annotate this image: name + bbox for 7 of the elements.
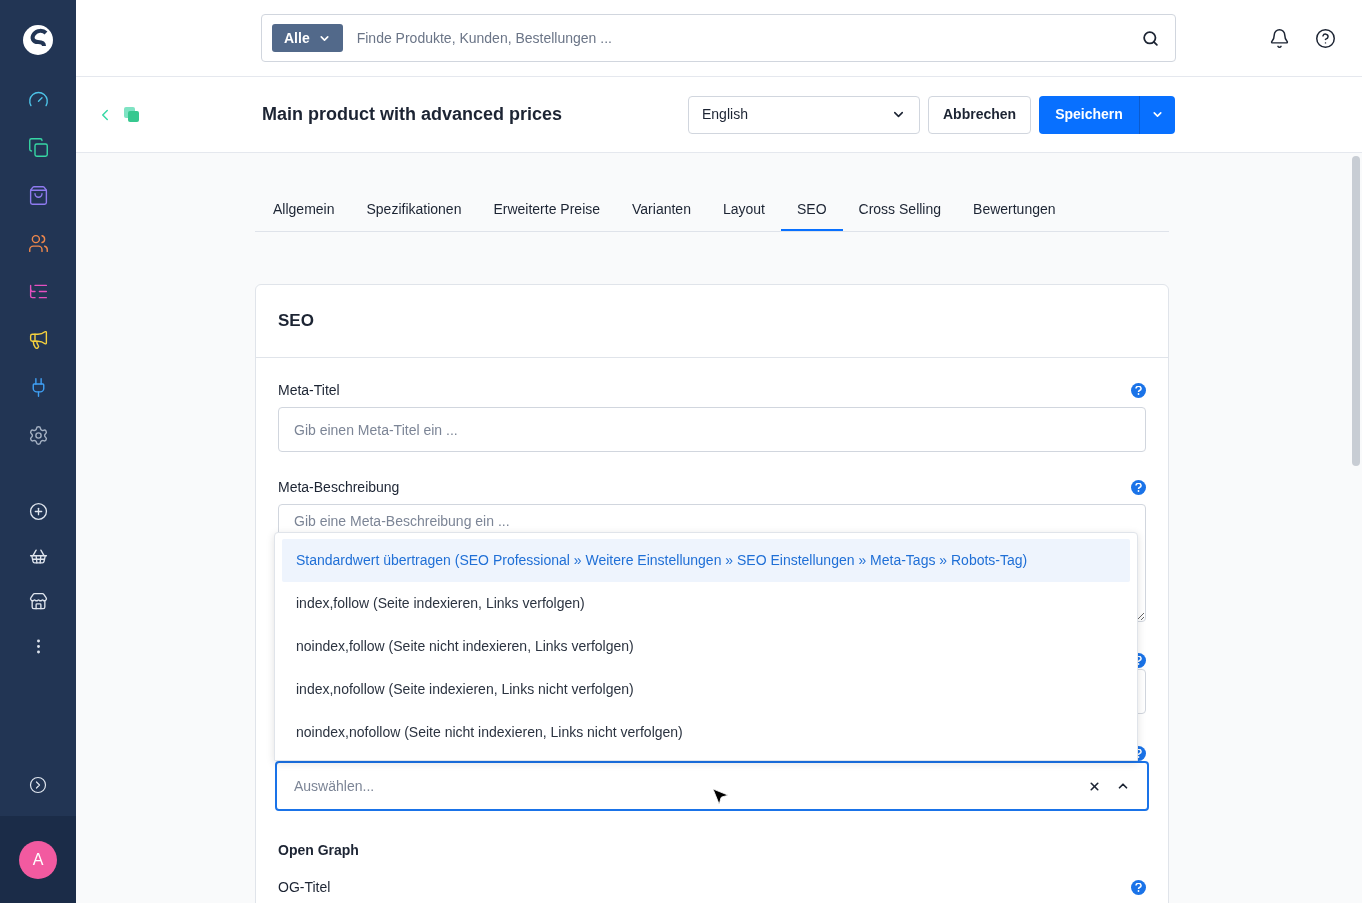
field-label: OG-Titel <box>278 878 331 897</box>
select-placeholder: Auswählen... <box>294 776 375 796</box>
page-title: Main product with advanced prices <box>262 103 564 126</box>
field-label: Meta-Beschreibung <box>278 478 400 497</box>
field-label: Meta-Titel <box>278 381 340 400</box>
section-title: Open Graph <box>278 841 360 860</box>
card-title: SEO <box>278 310 314 333</box>
